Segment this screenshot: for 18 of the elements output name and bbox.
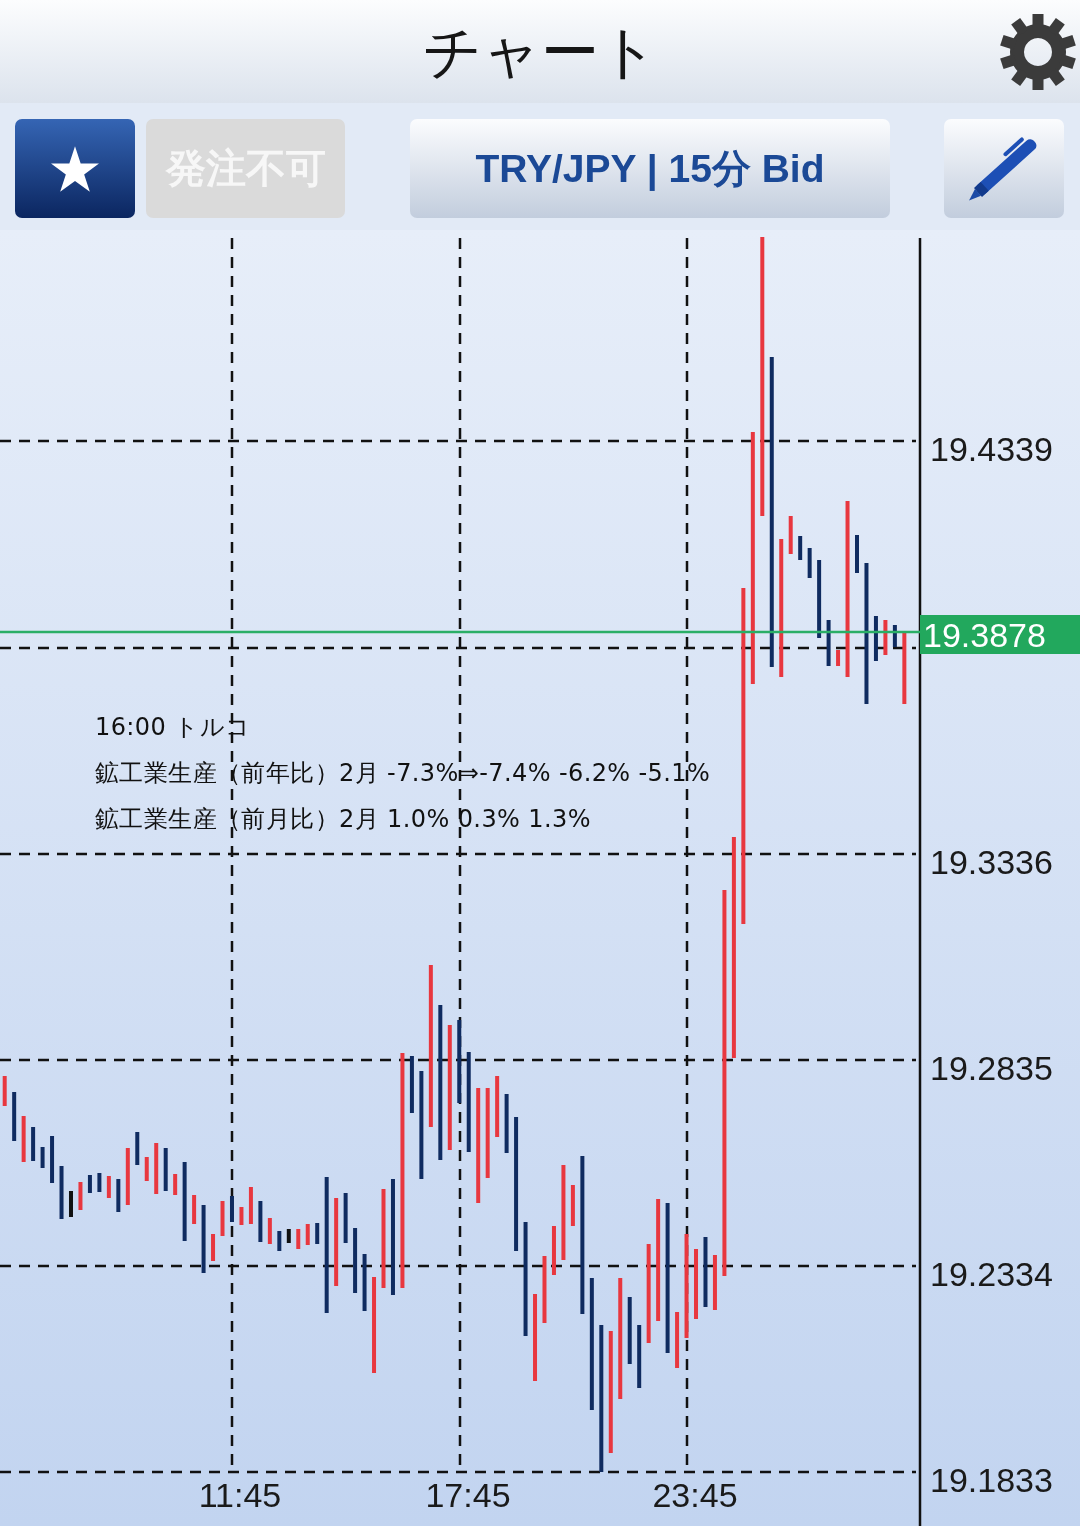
favorite-button[interactable] [15,119,135,218]
time-label: 23:45 [652,1476,738,1514]
price-label: 19.2334 [930,1255,1053,1293]
price-label: 19.2835 [930,1049,1053,1087]
settings-icon [1000,13,1076,90]
symbol-selector-button[interactable]: TRY/JPY | 15分 Bid [410,119,890,218]
time-label: 17:45 [425,1476,511,1514]
drawing-tool-button[interactable] [944,119,1064,218]
current-price-tag: 19.3878 [920,615,1080,654]
settings-button[interactable] [1000,13,1076,90]
economic-event-text: 鉱工業生産（前月比）2月 1.0% 0.3% 1.3% [95,805,591,833]
screen-title: チャート [422,22,658,81]
star-icon [51,145,99,192]
price-label: 19.1833 [930,1461,1053,1499]
price-label: 19.3336 [930,843,1053,881]
time-label: 11:45 [198,1476,282,1514]
economic-event-text: 鉱工業生産（前年比）2月 -7.3%⇒-7.4% -6.2% -5.1% [95,759,711,787]
price-label: 19.4339 [930,430,1053,468]
